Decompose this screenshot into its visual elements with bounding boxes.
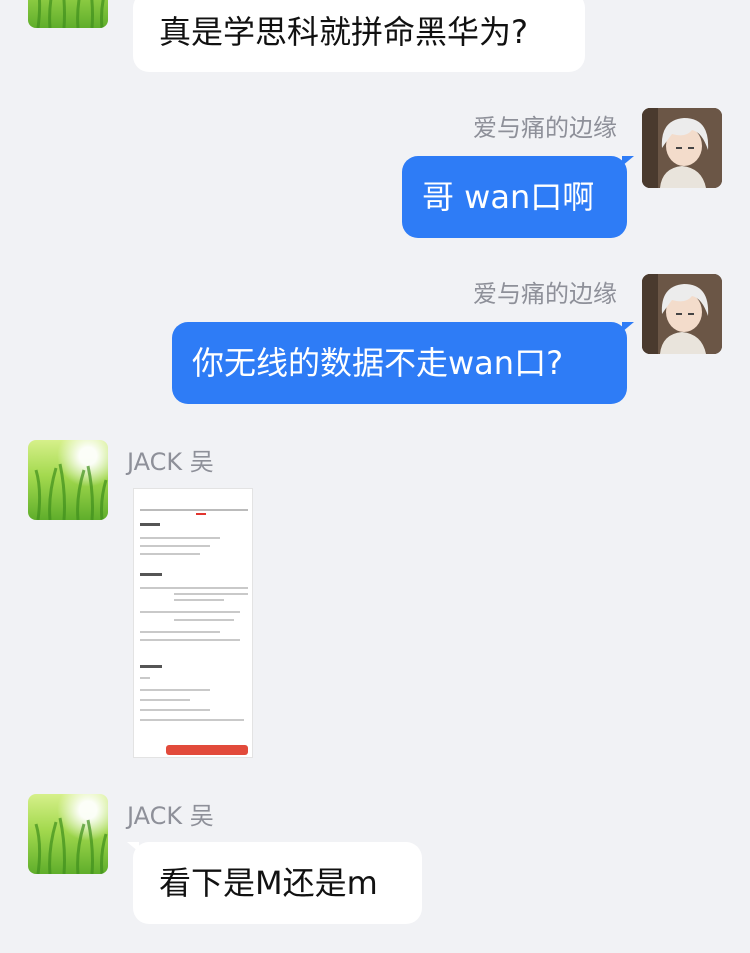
message-text: 哥 wan口啊 <box>422 178 595 216</box>
bubble-tail <box>622 156 634 166</box>
message-bubble[interactable]: 真是学思科就拼命黑华为? <box>133 0 585 72</box>
thumb-row <box>140 677 150 679</box>
avatar-grass[interactable] <box>28 440 108 520</box>
thumb-bottom-button <box>166 745 248 755</box>
thumb-row <box>140 611 240 613</box>
anime-character-avatar-icon <box>642 274 722 354</box>
sender-name: 爱与痛的边缘 <box>473 280 617 308</box>
thumb-section-title <box>140 523 160 526</box>
thumb-row <box>140 587 248 589</box>
thumb-row <box>140 553 200 555</box>
bubble-tail <box>622 322 634 332</box>
thumb-row <box>140 537 220 539</box>
message-bubble[interactable]: 哥 wan口啊 <box>402 156 627 238</box>
thumb-section-title <box>140 573 162 576</box>
thumb-row <box>174 619 234 621</box>
thumb-row <box>174 599 224 601</box>
thumb-row <box>140 639 240 641</box>
avatar-grass-top[interactable] <box>28 0 108 28</box>
message-bubble[interactable]: 你无线的数据不走wan口? <box>172 322 627 404</box>
message-text: 你无线的数据不走wan口? <box>192 344 564 382</box>
anime-character-avatar-icon <box>642 108 722 188</box>
sender-name: 爱与痛的边缘 <box>473 114 617 142</box>
message-text: 看下是M还是m <box>159 864 378 902</box>
sender-name: JACK 吴 <box>127 448 214 476</box>
thumb-row <box>174 593 248 595</box>
grass-avatar-icon <box>34 463 108 520</box>
thumb-row <box>140 545 210 547</box>
avatar-grass[interactable] <box>28 794 108 874</box>
bubble-tail <box>127 842 139 852</box>
thumb-row <box>140 689 210 691</box>
thumb-header-line <box>140 509 248 511</box>
thumb-row <box>140 631 220 633</box>
grass-avatar-icon <box>34 817 108 874</box>
grass-avatar-icon <box>36 0 105 28</box>
thumb-tab-active <box>196 513 206 515</box>
message-text: 真是学思科就拼命黑华为? <box>159 13 528 51</box>
message-bubble[interactable]: 看下是M还是m <box>133 842 422 924</box>
thumb-row <box>140 719 244 721</box>
screenshot-image[interactable] <box>133 488 253 758</box>
sender-name: JACK 吴 <box>127 802 214 830</box>
thumb-section-title <box>140 665 162 668</box>
thumb-row <box>140 709 210 711</box>
avatar-anime[interactable] <box>642 274 722 354</box>
avatar-anime[interactable] <box>642 108 722 188</box>
thumb-row <box>140 699 190 701</box>
